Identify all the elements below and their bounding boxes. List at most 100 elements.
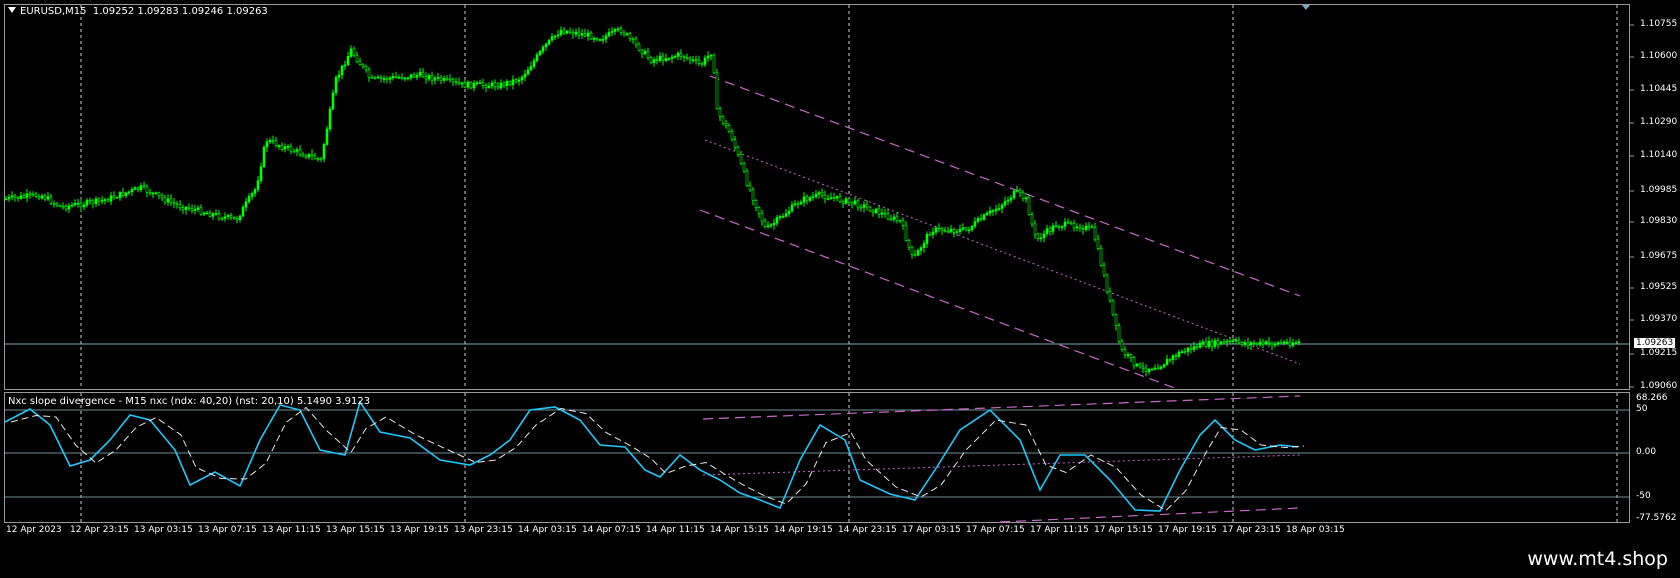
candle-body	[121, 192, 125, 197]
candle-body	[943, 230, 947, 233]
candle-body	[46, 196, 50, 200]
time-tick-label: 17 Apr 07:15	[966, 525, 1025, 535]
candle-body	[163, 197, 167, 203]
candle-body	[430, 75, 434, 81]
candle-body	[403, 77, 407, 80]
indicator-level-label: -50	[1636, 491, 1651, 501]
candle-body	[151, 192, 155, 195]
candle-body	[217, 213, 221, 219]
candle-body	[280, 145, 284, 150]
candle-body	[799, 202, 803, 205]
channel-upper-line	[709, 75, 1301, 297]
candle-body	[1237, 339, 1241, 343]
candle-body	[1081, 228, 1085, 230]
candle-body	[733, 139, 737, 148]
candle-body	[568, 30, 572, 33]
price-tick-label: 1.10140	[1640, 150, 1678, 160]
candle-body	[298, 149, 302, 155]
candle-body	[1207, 340, 1211, 347]
candle-body	[763, 220, 767, 227]
candle-body	[481, 82, 485, 86]
candle-body	[388, 77, 392, 80]
candle-body	[1264, 341, 1268, 345]
candle-body	[910, 246, 914, 255]
candle-body	[760, 213, 764, 222]
candle-body	[418, 71, 422, 76]
candle-body	[478, 82, 482, 84]
candle-body	[1270, 342, 1274, 346]
candle-body	[40, 195, 44, 199]
candle-body	[811, 196, 815, 198]
candle-body	[709, 54, 713, 57]
candle-body	[1069, 221, 1073, 224]
candle-body	[784, 213, 788, 217]
candle-body	[313, 155, 317, 159]
candle-body	[691, 59, 695, 62]
candle-body	[304, 155, 308, 158]
candle-body	[1024, 197, 1028, 200]
candle-body	[334, 77, 338, 94]
candle-body	[643, 51, 647, 55]
candle-body	[820, 192, 824, 196]
candle-body	[1057, 226, 1061, 228]
candle-body	[889, 218, 893, 221]
candle-body	[271, 140, 275, 142]
candle-body	[472, 83, 476, 89]
candle-body	[148, 192, 152, 194]
candle-body	[967, 229, 971, 232]
candle-body	[697, 59, 701, 64]
candle-body	[82, 204, 86, 208]
indicator-level-label: 0.00	[1636, 447, 1657, 457]
indicator-level-label: -77.5762	[1636, 513, 1677, 523]
candle-body	[616, 28, 620, 31]
candle-body	[1198, 342, 1202, 348]
candle-body	[337, 74, 341, 78]
time-tick-label: 13 Apr 07:15	[198, 525, 257, 535]
candle-body	[406, 77, 410, 80]
candle-body	[55, 203, 59, 206]
candle-body	[946, 230, 950, 233]
candle-body	[1213, 340, 1217, 347]
candle-body	[1279, 342, 1283, 344]
candle-body	[757, 207, 761, 214]
candle-body	[1093, 227, 1097, 240]
candle-body	[574, 31, 578, 35]
candle-body	[712, 54, 716, 74]
candle-body	[715, 72, 719, 110]
candle-body	[223, 216, 227, 219]
time-tick-label: 17 Apr 03:15	[902, 525, 961, 535]
candle-body	[445, 78, 449, 80]
candle-body	[370, 76, 374, 79]
candle-body	[424, 76, 428, 80]
candle-body	[91, 200, 95, 204]
candle-body	[652, 59, 656, 63]
candle-body	[1252, 342, 1256, 344]
ohlc-values: 1.09252 1.09283 1.09246 1.09263	[92, 6, 268, 17]
price-tick-label: 1.09060	[1640, 381, 1678, 391]
candle-body	[442, 78, 446, 81]
collapse-triangle-icon[interactable]	[8, 7, 16, 13]
candle-body	[667, 58, 671, 60]
candle-body	[1018, 189, 1022, 194]
candle-body	[463, 82, 467, 88]
time-tick-label: 13 Apr 23:15	[454, 525, 513, 535]
candle-body	[1243, 342, 1247, 345]
candle-body	[115, 197, 119, 199]
candle-body	[847, 198, 851, 203]
candle-body	[1123, 349, 1127, 356]
candle-body	[1153, 367, 1157, 370]
candle-body	[196, 207, 200, 210]
candle-body	[502, 82, 506, 87]
price-chart-canvas[interactable]	[0, 0, 1680, 578]
symbol-label: EURUSD,M15	[20, 6, 87, 17]
candle-body	[340, 65, 344, 76]
candle-body	[391, 76, 395, 79]
candle-body	[1051, 225, 1055, 232]
candle-body	[457, 81, 461, 85]
candle-body	[229, 215, 233, 218]
candle-body	[1063, 221, 1067, 227]
candle-body	[826, 198, 830, 200]
candle-body	[1201, 341, 1205, 344]
candle-body	[199, 207, 203, 215]
candle-body	[583, 33, 587, 37]
